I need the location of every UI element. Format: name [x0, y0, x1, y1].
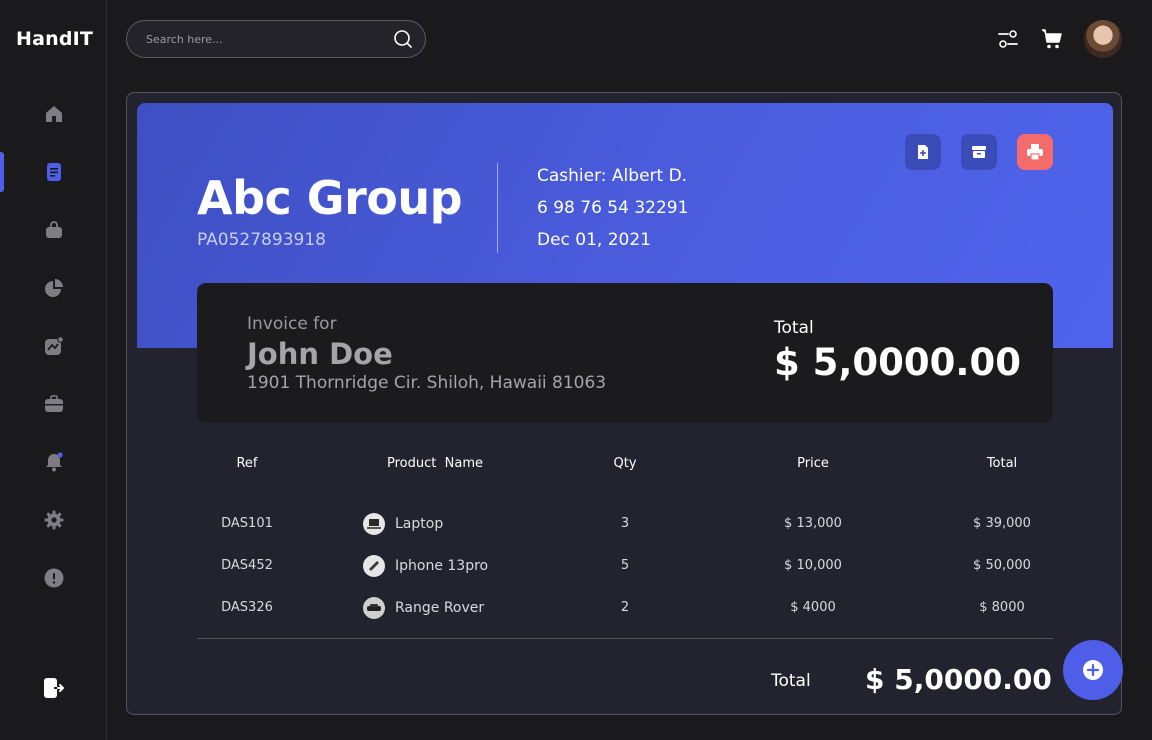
row-qty: 3	[620, 516, 630, 531]
row-price: $ 13,000	[784, 516, 842, 531]
table-divider	[197, 638, 1053, 639]
row-product: Laptop	[363, 513, 443, 535]
footer-total-label: Total	[771, 671, 811, 691]
row-price: $ 4000	[790, 600, 836, 615]
sidebar-item-settings[interactable]	[0, 500, 107, 540]
phone-thumbnail	[363, 555, 385, 577]
sidebar-item-analytics[interactable]	[0, 326, 107, 366]
add-invoice-button[interactable]	[1063, 640, 1123, 700]
footer-total-amount: $ 5,0000.00	[865, 663, 1052, 696]
laptop-thumbnail	[363, 513, 385, 535]
search-bar[interactable]	[126, 20, 426, 58]
invoice-date: Dec 01, 2021	[537, 230, 652, 250]
avatar[interactable]	[1084, 20, 1122, 58]
row-ref: DAS101	[221, 516, 273, 531]
home-icon	[45, 106, 62, 122]
plus-circle-icon	[1083, 660, 1103, 680]
trend-icon	[44, 336, 64, 355]
row-total: $ 39,000	[973, 516, 1031, 531]
column-header-product: Product Name	[387, 456, 483, 471]
product-name: Laptop	[395, 516, 444, 532]
row-price: $ 10,000	[784, 558, 842, 573]
alert-icon	[44, 568, 63, 588]
cashier-info: Cashier: Albert D.	[537, 166, 688, 186]
search-input[interactable]	[146, 32, 393, 46]
row-product: Iphone 13pro	[363, 555, 488, 577]
row-qty: 5	[620, 558, 630, 573]
sidebar-item-reports[interactable]	[0, 268, 107, 308]
logout-icon	[43, 678, 64, 698]
search-icon[interactable]	[393, 29, 413, 49]
company-id: PA0527893918	[197, 230, 326, 250]
bell-icon	[45, 452, 63, 472]
column-header-ref: Ref	[236, 456, 258, 471]
car-thumbnail	[363, 597, 385, 619]
pie-chart-icon	[44, 279, 63, 297]
document-icon	[46, 163, 61, 181]
filter-button[interactable]	[996, 27, 1020, 51]
customer-address: 1901 Thornridge Cir. Shiloh, Hawaii 8106…	[247, 373, 607, 393]
customer-name: John Doe	[247, 337, 393, 371]
cart-button[interactable]	[1040, 27, 1064, 51]
archive-button[interactable]	[961, 134, 997, 170]
archive-icon	[972, 146, 986, 158]
row-ref: DAS326	[221, 600, 273, 615]
sliders-icon	[998, 30, 1018, 48]
logout-button[interactable]	[0, 668, 107, 708]
product-name: Range Rover	[395, 600, 485, 616]
total-label: Total	[774, 318, 814, 338]
gear-icon	[44, 510, 63, 530]
add-document-icon	[918, 145, 928, 159]
row-qty: 2	[620, 600, 630, 615]
briefcase-icon	[44, 395, 63, 412]
printer-icon	[1027, 144, 1043, 161]
invoice-card: Abc Group PA0527893918 Cashier: Albert D…	[126, 92, 1122, 715]
print-button[interactable]	[1017, 134, 1053, 170]
total-amount: $ 5,0000.00	[774, 341, 1021, 384]
phone-number: 6 98 76 54 32291	[537, 198, 689, 218]
sidebar-item-invoices[interactable]	[0, 152, 107, 192]
row-total: $ 50,000	[973, 558, 1031, 573]
sidebar-item-help[interactable]	[0, 558, 107, 598]
cart-icon	[1042, 29, 1062, 49]
bag-icon	[45, 221, 62, 238]
product-name: Iphone 13pro	[395, 558, 489, 574]
column-header-price: Price	[797, 456, 829, 471]
company-name: Abc Group	[197, 171, 463, 225]
add-document-button[interactable]	[905, 134, 941, 170]
column-header-qty: Qty	[613, 456, 637, 471]
sidebar-item-shop[interactable]	[0, 210, 107, 250]
invoice-for-label: Invoice for	[247, 314, 337, 334]
header-divider	[497, 163, 498, 253]
sidebar-item-home[interactable]	[0, 94, 107, 134]
row-total: $ 8000	[979, 600, 1025, 615]
sidebar: HandIT	[0, 0, 107, 740]
sidebar-item-portfolio[interactable]	[0, 384, 107, 424]
column-header-total: Total	[986, 456, 1018, 471]
billing-panel: Invoice for John Doe 1901 Thornridge Cir…	[197, 283, 1053, 423]
brand-logo: HandIT	[16, 28, 94, 50]
sidebar-item-notifications[interactable]	[0, 442, 107, 482]
row-ref: DAS452	[221, 558, 273, 573]
row-product: Range Rover	[363, 597, 484, 619]
